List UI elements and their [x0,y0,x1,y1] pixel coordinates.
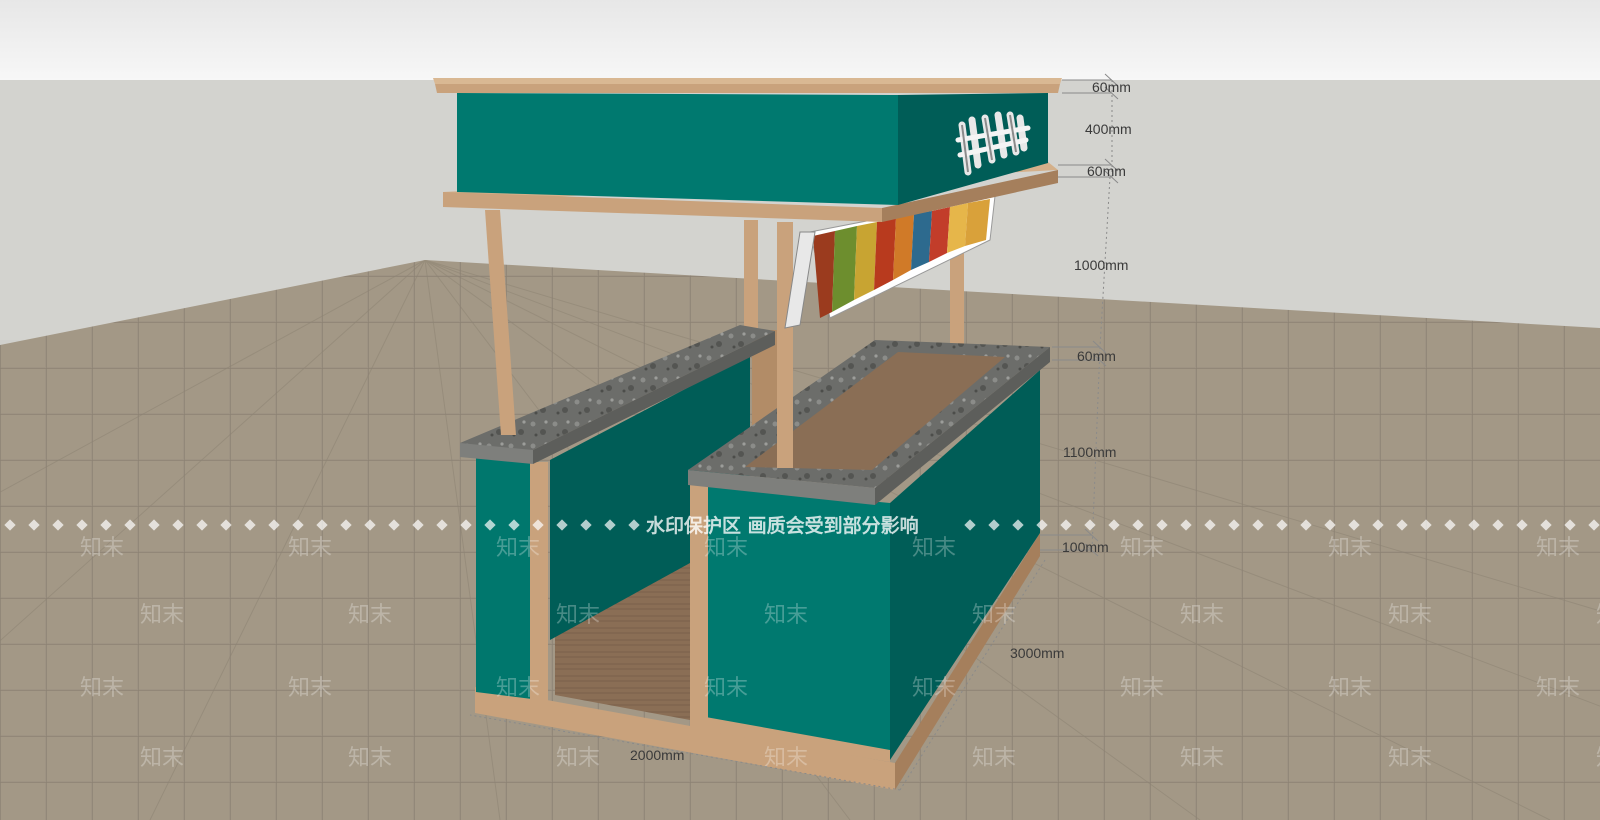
dim-sign-base-board: 60mm [1087,163,1126,179]
watermark-tile: 知末 [972,746,1016,771]
scene-svg: 60mm 400mm 60mm 1000mm 60mm 1100mm 100mm… [0,0,1600,820]
watermark-tile: 知末 [704,536,748,561]
watermark-tile: 知末 [912,536,956,561]
watermark-tile: 知末 [1536,536,1580,561]
watermark-tile: 知末 [1596,746,1600,771]
back-post-left [744,220,758,332]
watermark-tile: 知末 [140,603,184,628]
dim-width: 2000mm [630,747,684,763]
watermark-tile: 知末 [1328,536,1372,561]
watermark-tile: 知末 [348,746,392,771]
dim-depth: 3000mm [1010,645,1064,661]
watermark-tile: 知末 [764,746,808,771]
kiosk-render: 60mm 400mm 60mm 1000mm 60mm 1100mm 100mm… [0,0,1600,820]
watermark-tile: 知末 [704,676,748,701]
watermark-tile: 知末 [1120,536,1164,561]
watermark-tile: 知末 [1180,746,1224,771]
watermark-tile: 知末 [1388,746,1432,771]
watermark-tile: 知末 [1536,676,1580,701]
watermark-tile: 知末 [496,676,540,701]
watermark-tile: 知末 [1328,676,1372,701]
watermark-tile: 知末 [80,676,124,701]
dim-column-height: 1000mm [1074,257,1128,273]
watermark-tile: 知末 [1596,603,1600,628]
watermark-tile: 知末 [348,603,392,628]
sign-box-front [457,93,898,205]
watermark-tile: 知末 [1120,676,1164,701]
watermark-tile: 知末 [912,676,956,701]
watermark-band-text: 水印保护区 画质会受到部分影响 [646,514,919,537]
sky [0,0,1600,80]
watermark-tile: 知末 [1388,603,1432,628]
watermark-tile: 知末 [556,746,600,771]
watermark-tile: 知末 [764,603,808,628]
watermark-tile: 知末 [140,746,184,771]
watermark-tile: 知末 [972,603,1016,628]
front-post-right [777,222,793,468]
watermark-tile: 知末 [1180,603,1224,628]
dim-counter-height: 1100mm [1063,444,1116,460]
dim-base: 100mm [1062,539,1109,555]
top-board-front [435,84,1060,93]
watermark-tile: 知末 [556,603,600,628]
watermark-tile: 知末 [288,536,332,561]
dim-counter-top: 60mm [1077,348,1116,364]
watermark-tile: 知末 [288,676,332,701]
watermark-tile: 知末 [496,536,540,561]
watermark-tile: 知末 [80,536,124,561]
left-counter-end-frame [530,462,548,702]
top-board-top [433,78,1062,84]
dim-sign-height: 400mm [1085,121,1132,137]
dim-top-board: 60mm [1092,79,1131,95]
